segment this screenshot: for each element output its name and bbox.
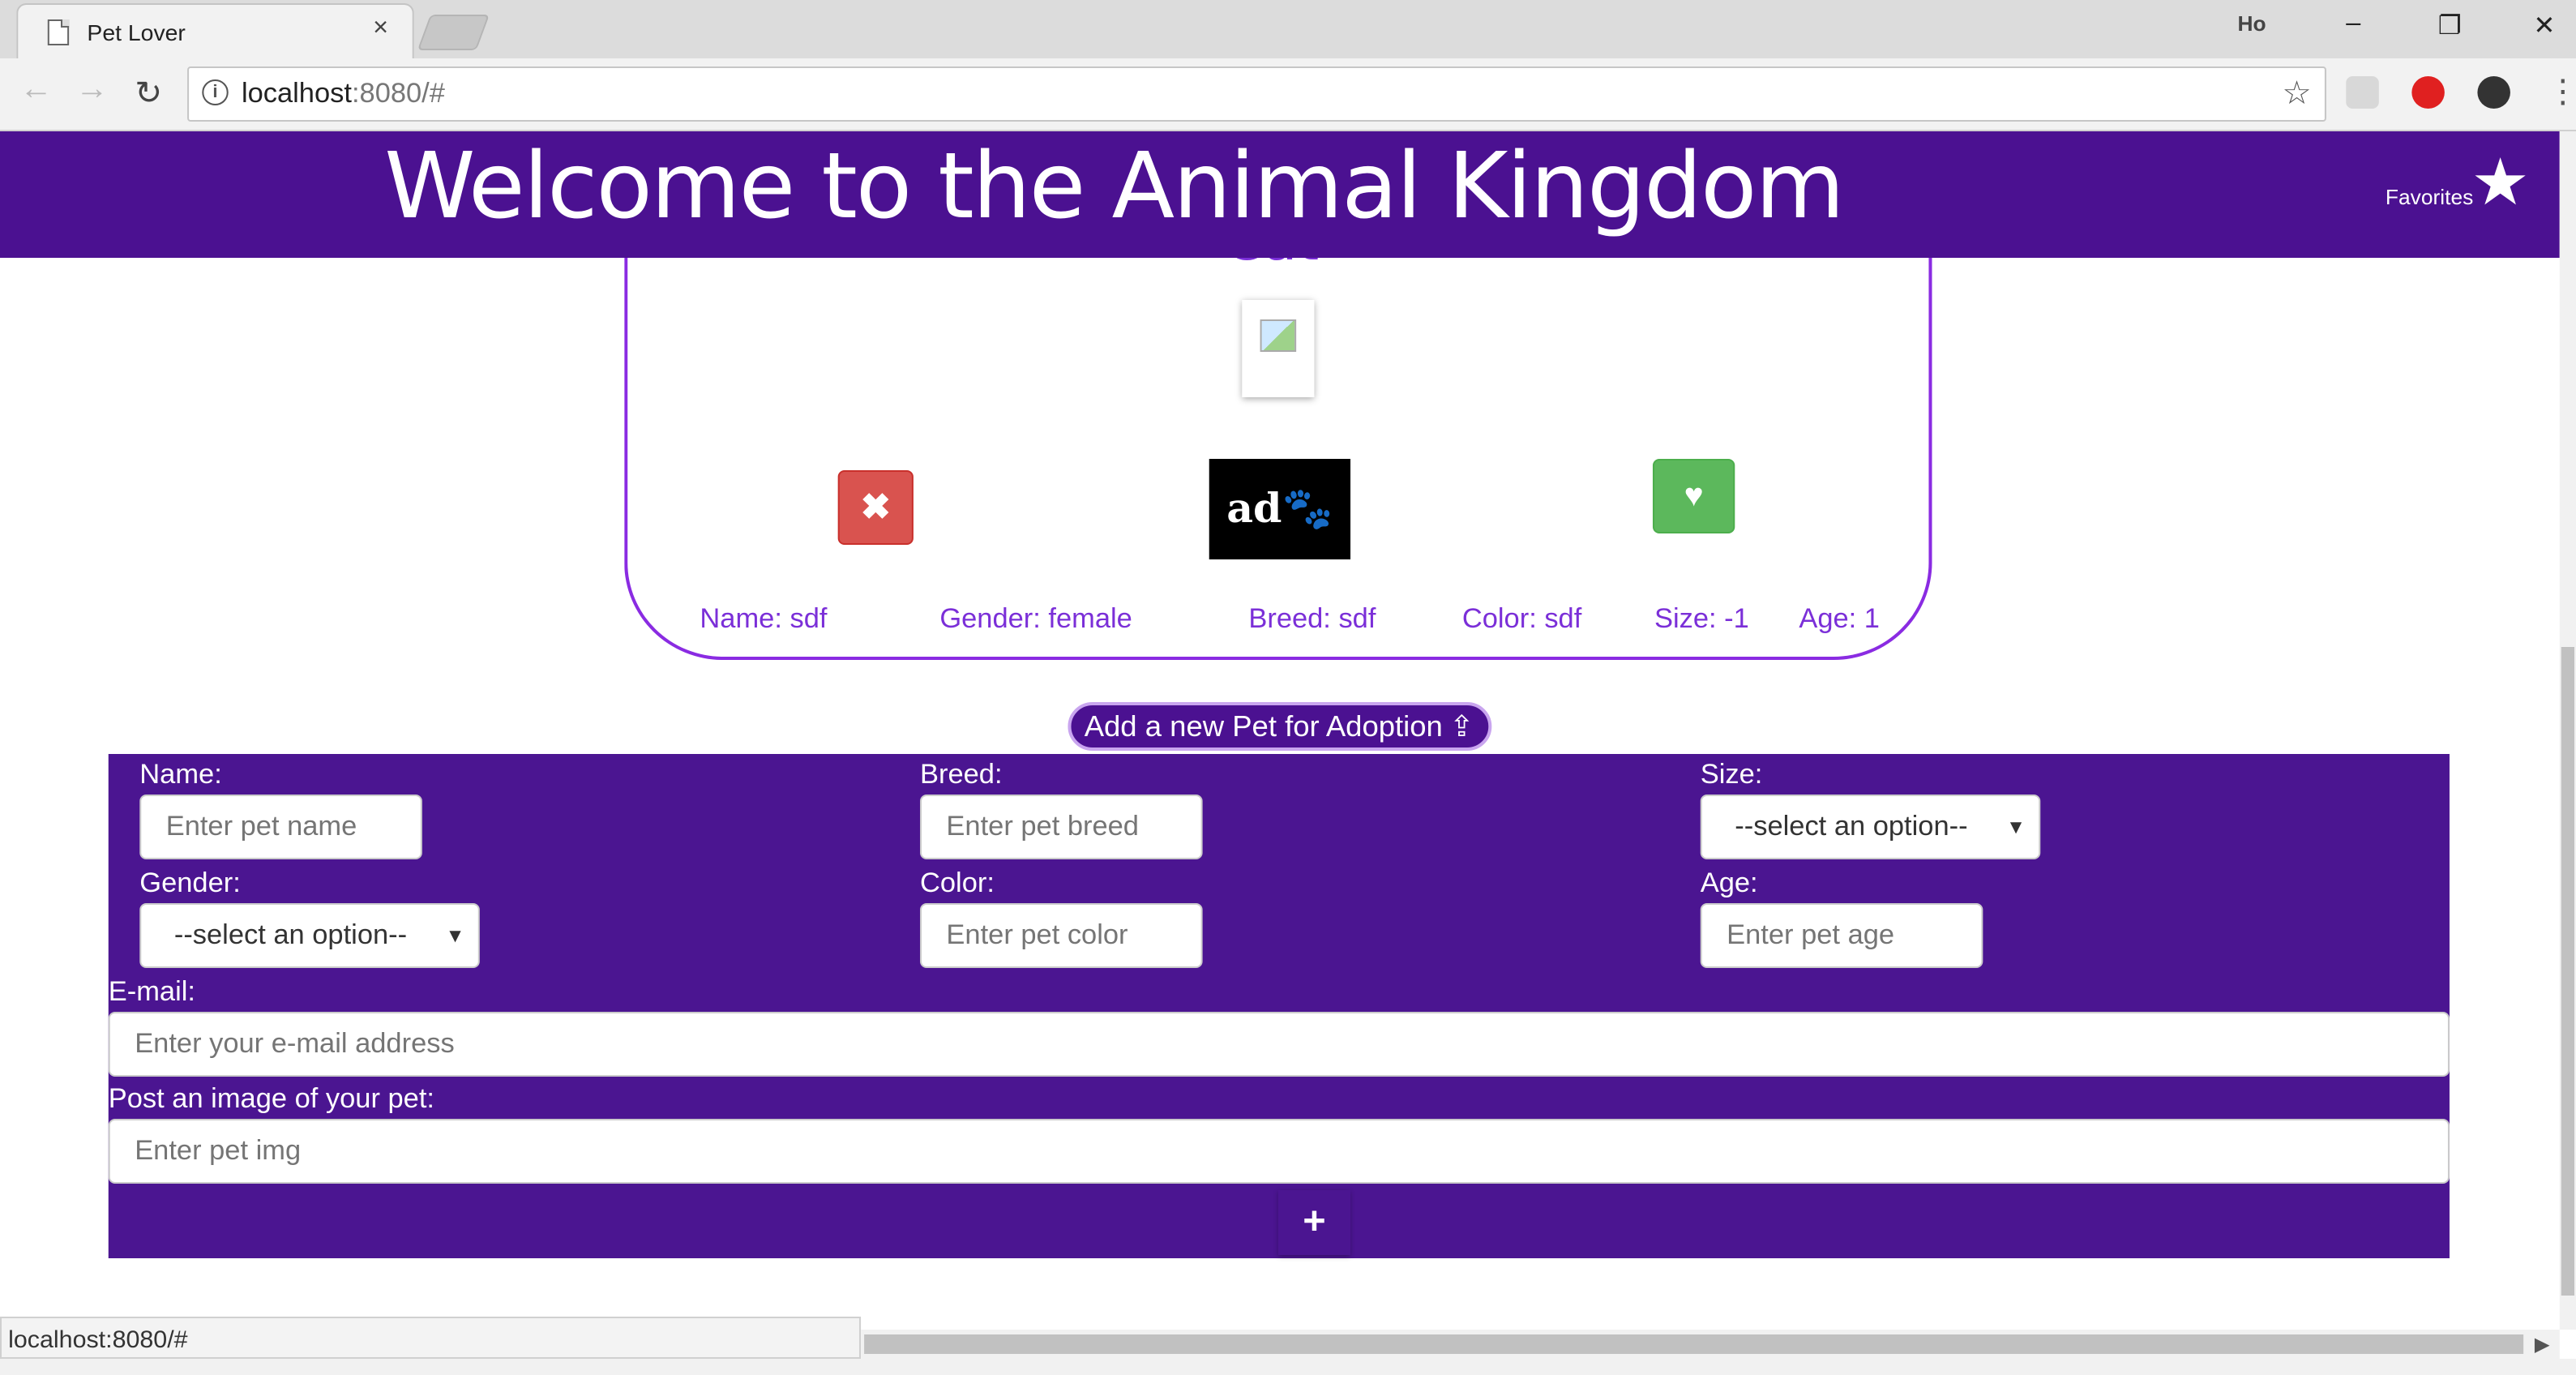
close-window-button[interactable]: ✕ xyxy=(2533,10,2555,42)
size-label: Size: xyxy=(1700,759,1763,790)
pet-age-input[interactable] xyxy=(1700,903,1983,968)
pdf-extension-icon[interactable] xyxy=(2346,76,2379,109)
email-label: E-mail: xyxy=(108,976,195,1007)
status-bar: localhost:8080/# xyxy=(0,1317,862,1359)
info-icon[interactable]: i xyxy=(202,79,229,105)
pet-image xyxy=(1242,300,1315,397)
pet-image-input[interactable] xyxy=(108,1119,2450,1184)
extension-icon[interactable] xyxy=(2477,76,2510,109)
vertical-scroll-thumb[interactable] xyxy=(2561,647,2574,1296)
email-input[interactable] xyxy=(108,1012,2450,1077)
image-label: Post an image of your pet: xyxy=(108,1083,434,1114)
pet-breed-input[interactable] xyxy=(920,795,1203,859)
favorites-star-icon[interactable]: ★ xyxy=(2471,151,2530,216)
pet-breed: Breed: sdf xyxy=(1248,603,1376,634)
url-path: :8080/# xyxy=(351,78,445,109)
pet-color-input[interactable] xyxy=(920,903,1203,968)
url-host: localhost xyxy=(241,78,352,109)
tab-strip: Pet Lover × Ho – ❐ ✕ xyxy=(0,0,2576,60)
forward-arrow-icon[interactable]: → xyxy=(75,71,109,109)
pet-name: Name: sdf xyxy=(700,603,828,634)
browser-toolbar: ← → ↻ i localhost:8080/# ☆ ⋮ xyxy=(0,58,2576,131)
bottom-strip xyxy=(0,1359,2576,1375)
size-selected: --select an option-- xyxy=(1735,811,1968,842)
pet-color: Color: sdf xyxy=(1461,603,1582,634)
page-header: Welcome to the Animal Kingdom Favorites … xyxy=(0,131,2560,258)
restore-button[interactable]: ❐ xyxy=(2438,10,2462,42)
tab-title: Pet Lover xyxy=(87,19,186,45)
url-text[interactable]: localhost:8080/# xyxy=(242,78,445,110)
breed-label: Breed: xyxy=(920,759,1003,790)
bookmark-star-icon[interactable]: ☆ xyxy=(2282,73,2311,114)
add-pet-label: Add a new Pet for Adoption xyxy=(1084,710,1443,743)
gender-label: Gender: xyxy=(139,867,241,898)
pet-name-input[interactable] xyxy=(139,795,422,859)
page-title: Welcome to the Animal Kingdom xyxy=(384,135,1845,240)
pet-size: Size: -1 xyxy=(1654,603,1749,634)
adblock-extension-icon[interactable] xyxy=(2411,76,2445,109)
favorite-heart-button[interactable]: ♥ xyxy=(1652,459,1735,533)
name-label: Name: xyxy=(139,759,222,790)
scroll-right-arrow-icon[interactable]: ▶ xyxy=(2535,1333,2550,1356)
vertical-scrollbar[interactable] xyxy=(2559,131,2576,1330)
gender-selected: --select an option-- xyxy=(173,919,408,950)
age-label: Age: xyxy=(1700,867,1758,898)
reject-button[interactable]: ✖ xyxy=(837,470,914,545)
tab-pet-lover[interactable]: Pet Lover × xyxy=(16,3,414,60)
chevron-down-icon: ▼ xyxy=(445,924,465,947)
color-label: Color: xyxy=(920,867,995,898)
upload-icon: ⇪ xyxy=(1448,710,1474,743)
new-tab-button[interactable] xyxy=(417,15,490,50)
horizontal-scrollbar[interactable]: ▶ xyxy=(861,1330,2560,1359)
chevron-down-icon: ▼ xyxy=(2005,816,2026,838)
browser-menu-icon[interactable]: ⋮ xyxy=(2547,71,2576,112)
size-select[interactable]: --select an option-- ▼ xyxy=(1700,795,2041,859)
profile-button[interactable]: Ho xyxy=(2238,11,2266,36)
horizontal-scroll-thumb[interactable] xyxy=(864,1334,2524,1354)
page-viewport: Cat ✖ ad🐾pt ♥ Name: sdf Gender: female B… xyxy=(0,131,2560,1330)
tab-close-icon[interactable]: × xyxy=(373,15,388,44)
adopt-logo-button[interactable]: ad🐾pt xyxy=(1209,459,1351,632)
add-pet-form: Name: Breed: Size: --select an option-- ▼… xyxy=(108,754,2450,1258)
broken-image-icon xyxy=(1260,319,1297,352)
favorites-label[interactable]: Favorites xyxy=(2386,185,2473,209)
gender-select[interactable]: --select an option-- ▼ xyxy=(139,903,480,968)
reload-icon[interactable]: ↻ xyxy=(135,73,162,114)
pet-gender: Gender: female xyxy=(939,603,1132,634)
page-icon xyxy=(47,19,70,45)
back-arrow-icon[interactable]: ← xyxy=(19,71,53,109)
submit-pet-button[interactable]: + xyxy=(1277,1190,1351,1255)
pet-age: Age: 1 xyxy=(1799,603,1880,634)
add-pet-button[interactable]: Add a new Pet for Adoption ⇪ xyxy=(1068,702,1492,751)
address-bar[interactable]: i localhost:8080/# ☆ xyxy=(187,66,2326,122)
minimize-button[interactable]: – xyxy=(2346,10,2360,39)
